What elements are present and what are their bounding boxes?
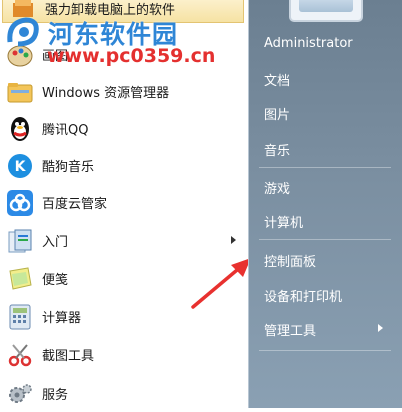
menu-item-label: 入门 <box>42 235 69 250</box>
places-separator <box>259 350 391 351</box>
folder-explorer-icon <box>6 78 34 106</box>
qq-penguin-icon <box>6 115 34 143</box>
submenu-arrow-icon <box>378 324 383 332</box>
menu-item-label: 计算器 <box>42 311 82 326</box>
svg-text:K: K <box>15 159 27 175</box>
snipping-tool-icon <box>6 341 34 369</box>
kugou-music-icon: K <box>6 152 34 180</box>
menu-item-kugou[interactable]: K 酷狗音乐 <box>0 147 246 184</box>
menu-item-label: 酷狗音乐 <box>42 160 95 175</box>
places-item-devices-printers[interactable]: 设备和打印机 <box>264 286 342 305</box>
start-menu-places-pane <box>248 0 402 408</box>
menu-item-windows-explorer[interactable]: Windows 资源管理器 <box>0 73 246 110</box>
services-gear-icon <box>6 380 34 408</box>
places-item-pictures[interactable]: 图片 <box>264 104 290 123</box>
menu-item-label: 百度云管家 <box>42 197 108 212</box>
submenu-arrow-icon <box>231 236 236 244</box>
baidu-cloud-icon <box>6 189 34 217</box>
places-item-admin-tools[interactable]: 管理工具 <box>264 320 316 339</box>
sticky-notes-icon <box>6 265 34 293</box>
getting-started-icon <box>6 227 34 255</box>
watermark-url: www.pc0359.cn <box>47 45 216 67</box>
menu-item-qq[interactable]: 腾讯QQ <box>0 110 246 147</box>
menu-item-label: 腾讯QQ <box>42 123 89 138</box>
annotation-arrow-icon <box>191 258 251 309</box>
menu-item-label: 便笺 <box>42 273 69 288</box>
menu-item-baidu-cloud[interactable]: 百度云管家 <box>0 184 246 221</box>
places-item-games[interactable]: 游戏 <box>264 178 290 197</box>
start-menu-programs-pane: 强力卸载电脑上的软件 画图 Windows 资源管理器 腾讯QQ K 酷狗音乐 … <box>0 0 251 408</box>
places-item-computer[interactable]: 计算机 <box>264 212 303 231</box>
calculator-icon <box>6 303 34 331</box>
menu-item-snipping-tool[interactable]: 截图工具 <box>0 336 246 373</box>
places-item-control-panel[interactable]: 控制面板 <box>264 251 316 270</box>
menu-item-label: 截图工具 <box>42 349 95 364</box>
places-item-documents[interactable]: 文档 <box>264 70 290 89</box>
menu-item-label: 服务 <box>42 388 69 403</box>
places-item-music[interactable]: 音乐 <box>264 140 290 159</box>
watermark-logo-icon <box>4 14 42 50</box>
menu-item-getting-started[interactable]: 入门 <box>0 222 246 259</box>
user-picture[interactable] <box>289 0 363 22</box>
places-separator <box>259 239 391 240</box>
menu-item-label: Windows 资源管理器 <box>42 86 170 101</box>
places-item-administrator[interactable]: Administrator <box>264 36 353 51</box>
user-picture-image <box>299 0 353 12</box>
places-separator <box>259 167 391 168</box>
menu-item-services[interactable]: 服务 <box>0 375 246 412</box>
